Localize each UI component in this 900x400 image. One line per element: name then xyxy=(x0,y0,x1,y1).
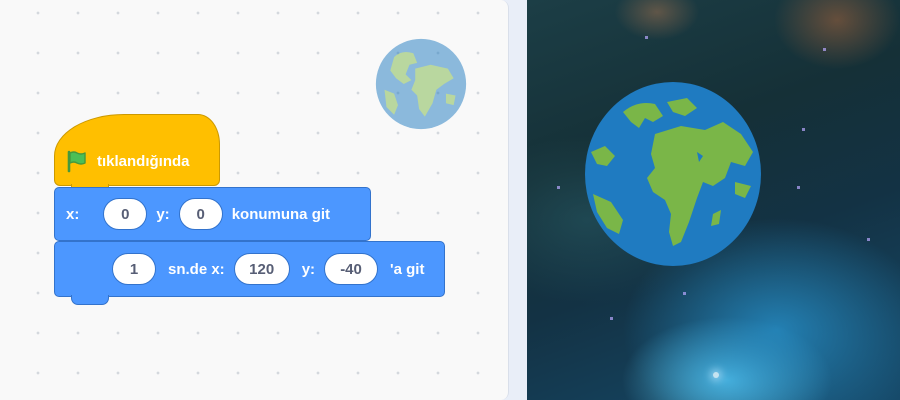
star xyxy=(867,238,870,241)
glide-seconds-input[interactable]: 1 xyxy=(112,253,156,285)
bright-star xyxy=(713,372,719,378)
star xyxy=(823,48,826,51)
star xyxy=(610,317,613,320)
glide-x-input[interactable]: 120 xyxy=(233,253,290,285)
stage[interactable] xyxy=(527,0,900,400)
glide-y-label: y: xyxy=(301,260,316,278)
sprite-thumbnail-earth-icon xyxy=(373,36,469,132)
star xyxy=(802,128,805,131)
star xyxy=(645,36,648,39)
block-connector xyxy=(71,295,109,305)
goto-y-label: y: xyxy=(156,205,170,223)
glide-y-input[interactable]: -40 xyxy=(324,253,379,285)
green-flag-icon xyxy=(65,149,89,173)
hat-block-label: tıklandığında xyxy=(97,152,190,170)
glide-seconds-label: sn.de x: xyxy=(168,260,225,278)
star xyxy=(557,186,560,189)
goto-suffix-label: konumuna git xyxy=(231,205,331,223)
when-flag-clicked-block[interactable]: tıklandığında xyxy=(54,114,220,194)
goto-y-input[interactable]: 0 xyxy=(178,198,223,230)
code-workspace[interactable]: tıklandığında x: 0 y: 0 konumuna git 1 s… xyxy=(0,0,509,400)
star xyxy=(797,186,800,189)
glide-to-xy-block[interactable]: 1 sn.de x: 120 y: -40 'a git xyxy=(54,241,445,305)
earth-sprite-icon[interactable] xyxy=(585,82,761,266)
goto-x-input[interactable]: 0 xyxy=(103,198,148,230)
star xyxy=(683,292,686,295)
goto-x-label: x: xyxy=(66,205,80,223)
glide-suffix-label: 'a git xyxy=(390,260,425,278)
go-to-xy-block[interactable]: x: 0 y: 0 konumuna git xyxy=(54,187,371,241)
